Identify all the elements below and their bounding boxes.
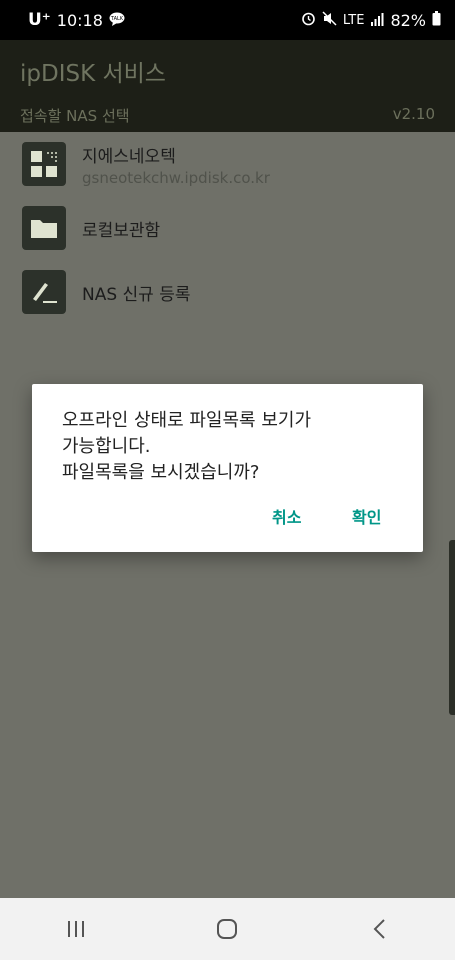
status-bar-right: LTE 82% [301, 10, 441, 30]
battery-percent: 82% [390, 10, 426, 30]
list-item-register-nas[interactable]: NAS 신규 등록 [0, 260, 455, 324]
status-bar-left: U⁺ 10:18 TALK [28, 10, 125, 30]
nas-list: 지에스네오텍 gsneotekchw.ipdisk.co.kr 로컬보관함 NA… [0, 132, 455, 324]
back-button[interactable] [349, 909, 409, 949]
mute-icon [322, 10, 337, 30]
talk-badge: TALK [110, 16, 124, 22]
alarm-icon [301, 11, 316, 30]
home-icon [217, 919, 238, 939]
list-item-title: 지에스네오텍 [82, 146, 176, 167]
cancel-button[interactable]: 취소 [272, 504, 301, 528]
list-item-address: gsneotekchw.ipdisk.co.kr [82, 168, 270, 187]
grid-icon [22, 142, 66, 186]
clock: 10:18 [56, 10, 103, 30]
list-item-nas-gsneotek[interactable]: 지에스네오텍 gsneotekchw.ipdisk.co.kr [0, 132, 455, 196]
battery-icon [432, 10, 441, 30]
list-item-local-storage[interactable]: 로컬보관함 [0, 196, 455, 260]
scroll-handle[interactable] [449, 540, 455, 715]
app-title: ipDISK 서비스 [20, 61, 166, 87]
app-bar: ipDISK 서비스 접속할 NAS 선택 v2.10 [0, 40, 455, 132]
pencil-icon [22, 270, 66, 314]
list-item-title: NAS 신규 등록 [82, 284, 191, 305]
home-button[interactable] [197, 909, 257, 949]
navigation-bar [0, 898, 455, 960]
network-type: LTE [342, 12, 365, 28]
back-icon [373, 919, 385, 939]
talk-notification-icon: TALK [109, 11, 125, 30]
section-subtitle: 접속할 NAS 선택 [20, 107, 130, 125]
list-item-text: 로컬보관함 [82, 216, 160, 241]
recent-apps-button[interactable] [46, 909, 106, 949]
recent-apps-icon [67, 921, 84, 937]
signal-icon [370, 11, 384, 30]
dialog-message: 오프라인 상태로 파일목록 보기가 가능합니다. 파일목록을 보시겠습니까? [62, 410, 312, 483]
folder-icon [22, 206, 66, 250]
list-item-text: 지에스네오텍 gsneotekchw.ipdisk.co.kr [82, 142, 270, 187]
status-bar: U⁺ 10:18 TALK LTE 82% [0, 0, 455, 40]
version-label: v2.10 [392, 105, 435, 123]
carrier-label: U⁺ [28, 10, 51, 30]
list-item-title: 로컬보관함 [82, 220, 161, 241]
confirm-button[interactable]: 확인 [352, 504, 381, 528]
offline-dialog: 오프라인 상태로 파일목록 보기가 가능합니다. 파일목록을 보시겠습니까? 취… [32, 384, 423, 552]
list-item-text: NAS 신규 등록 [82, 280, 191, 305]
